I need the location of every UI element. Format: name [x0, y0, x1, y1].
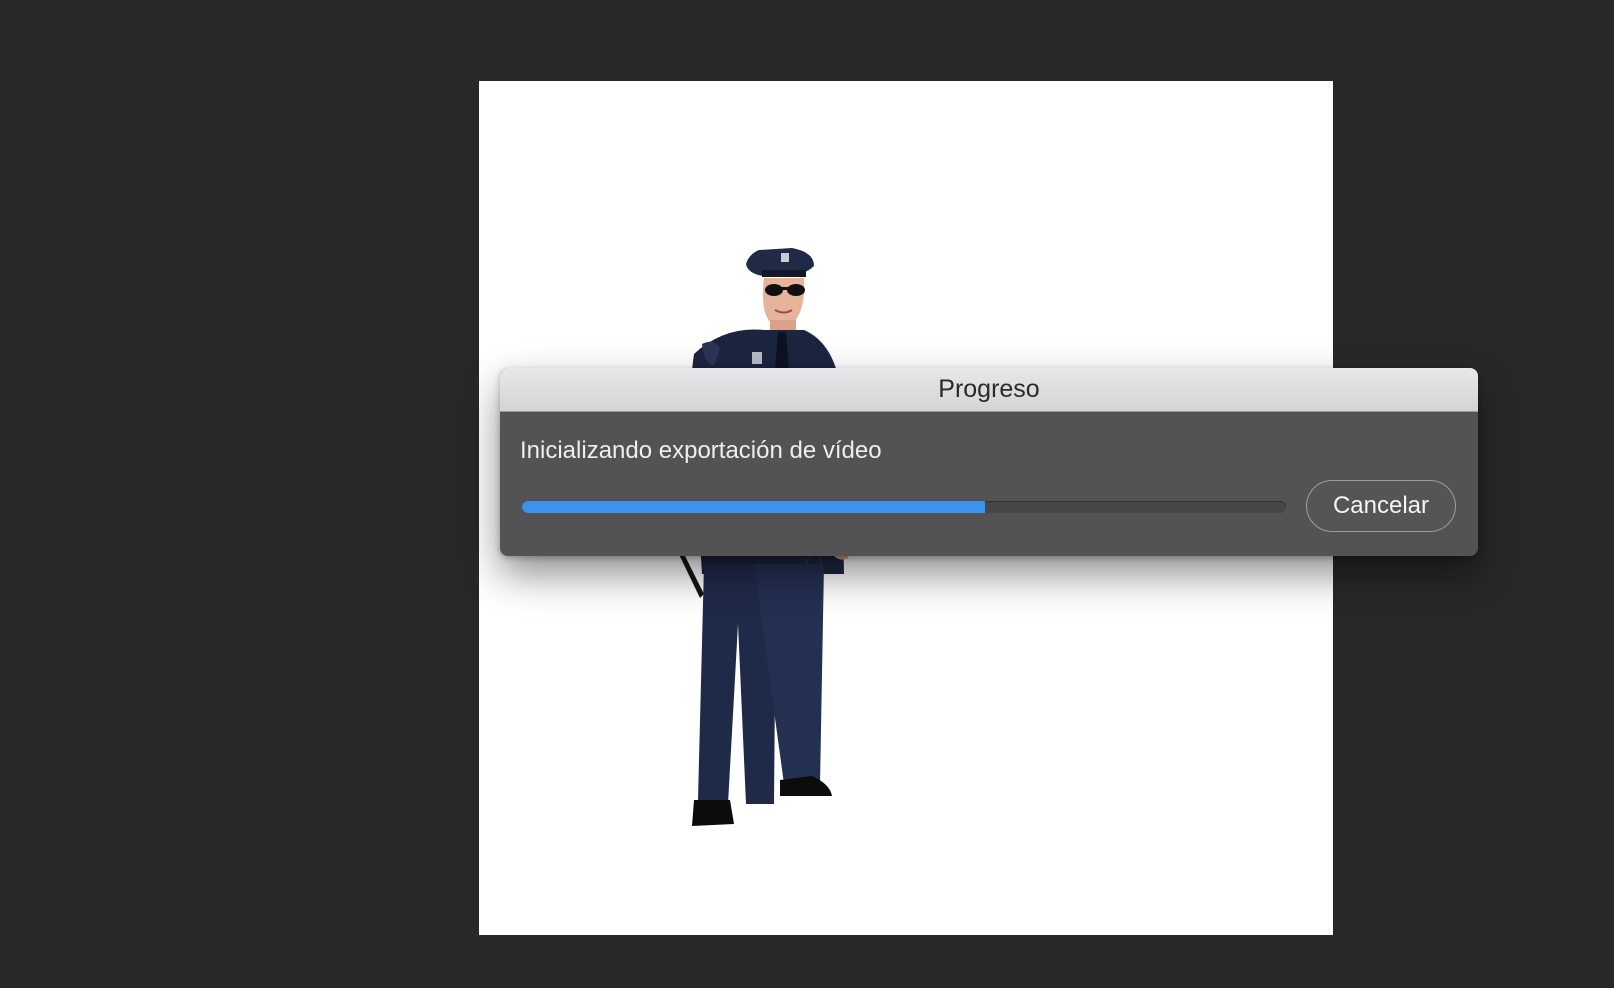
dialog-title: Progreso: [938, 375, 1040, 403]
dialog-titlebar[interactable]: Progreso: [500, 368, 1478, 412]
progress-dialog: Progreso Inicializando exportación de ví…: [500, 368, 1478, 556]
police-officer-image: [674, 248, 849, 826]
status-message: Inicializando exportación de vídeo: [520, 437, 882, 464]
dialog-body: Inicializando exportación de vídeo Cance…: [500, 412, 1478, 556]
progress-bar: [522, 501, 1286, 513]
progress-bar-fill: [522, 501, 985, 513]
cancel-button[interactable]: Cancelar: [1306, 480, 1456, 532]
